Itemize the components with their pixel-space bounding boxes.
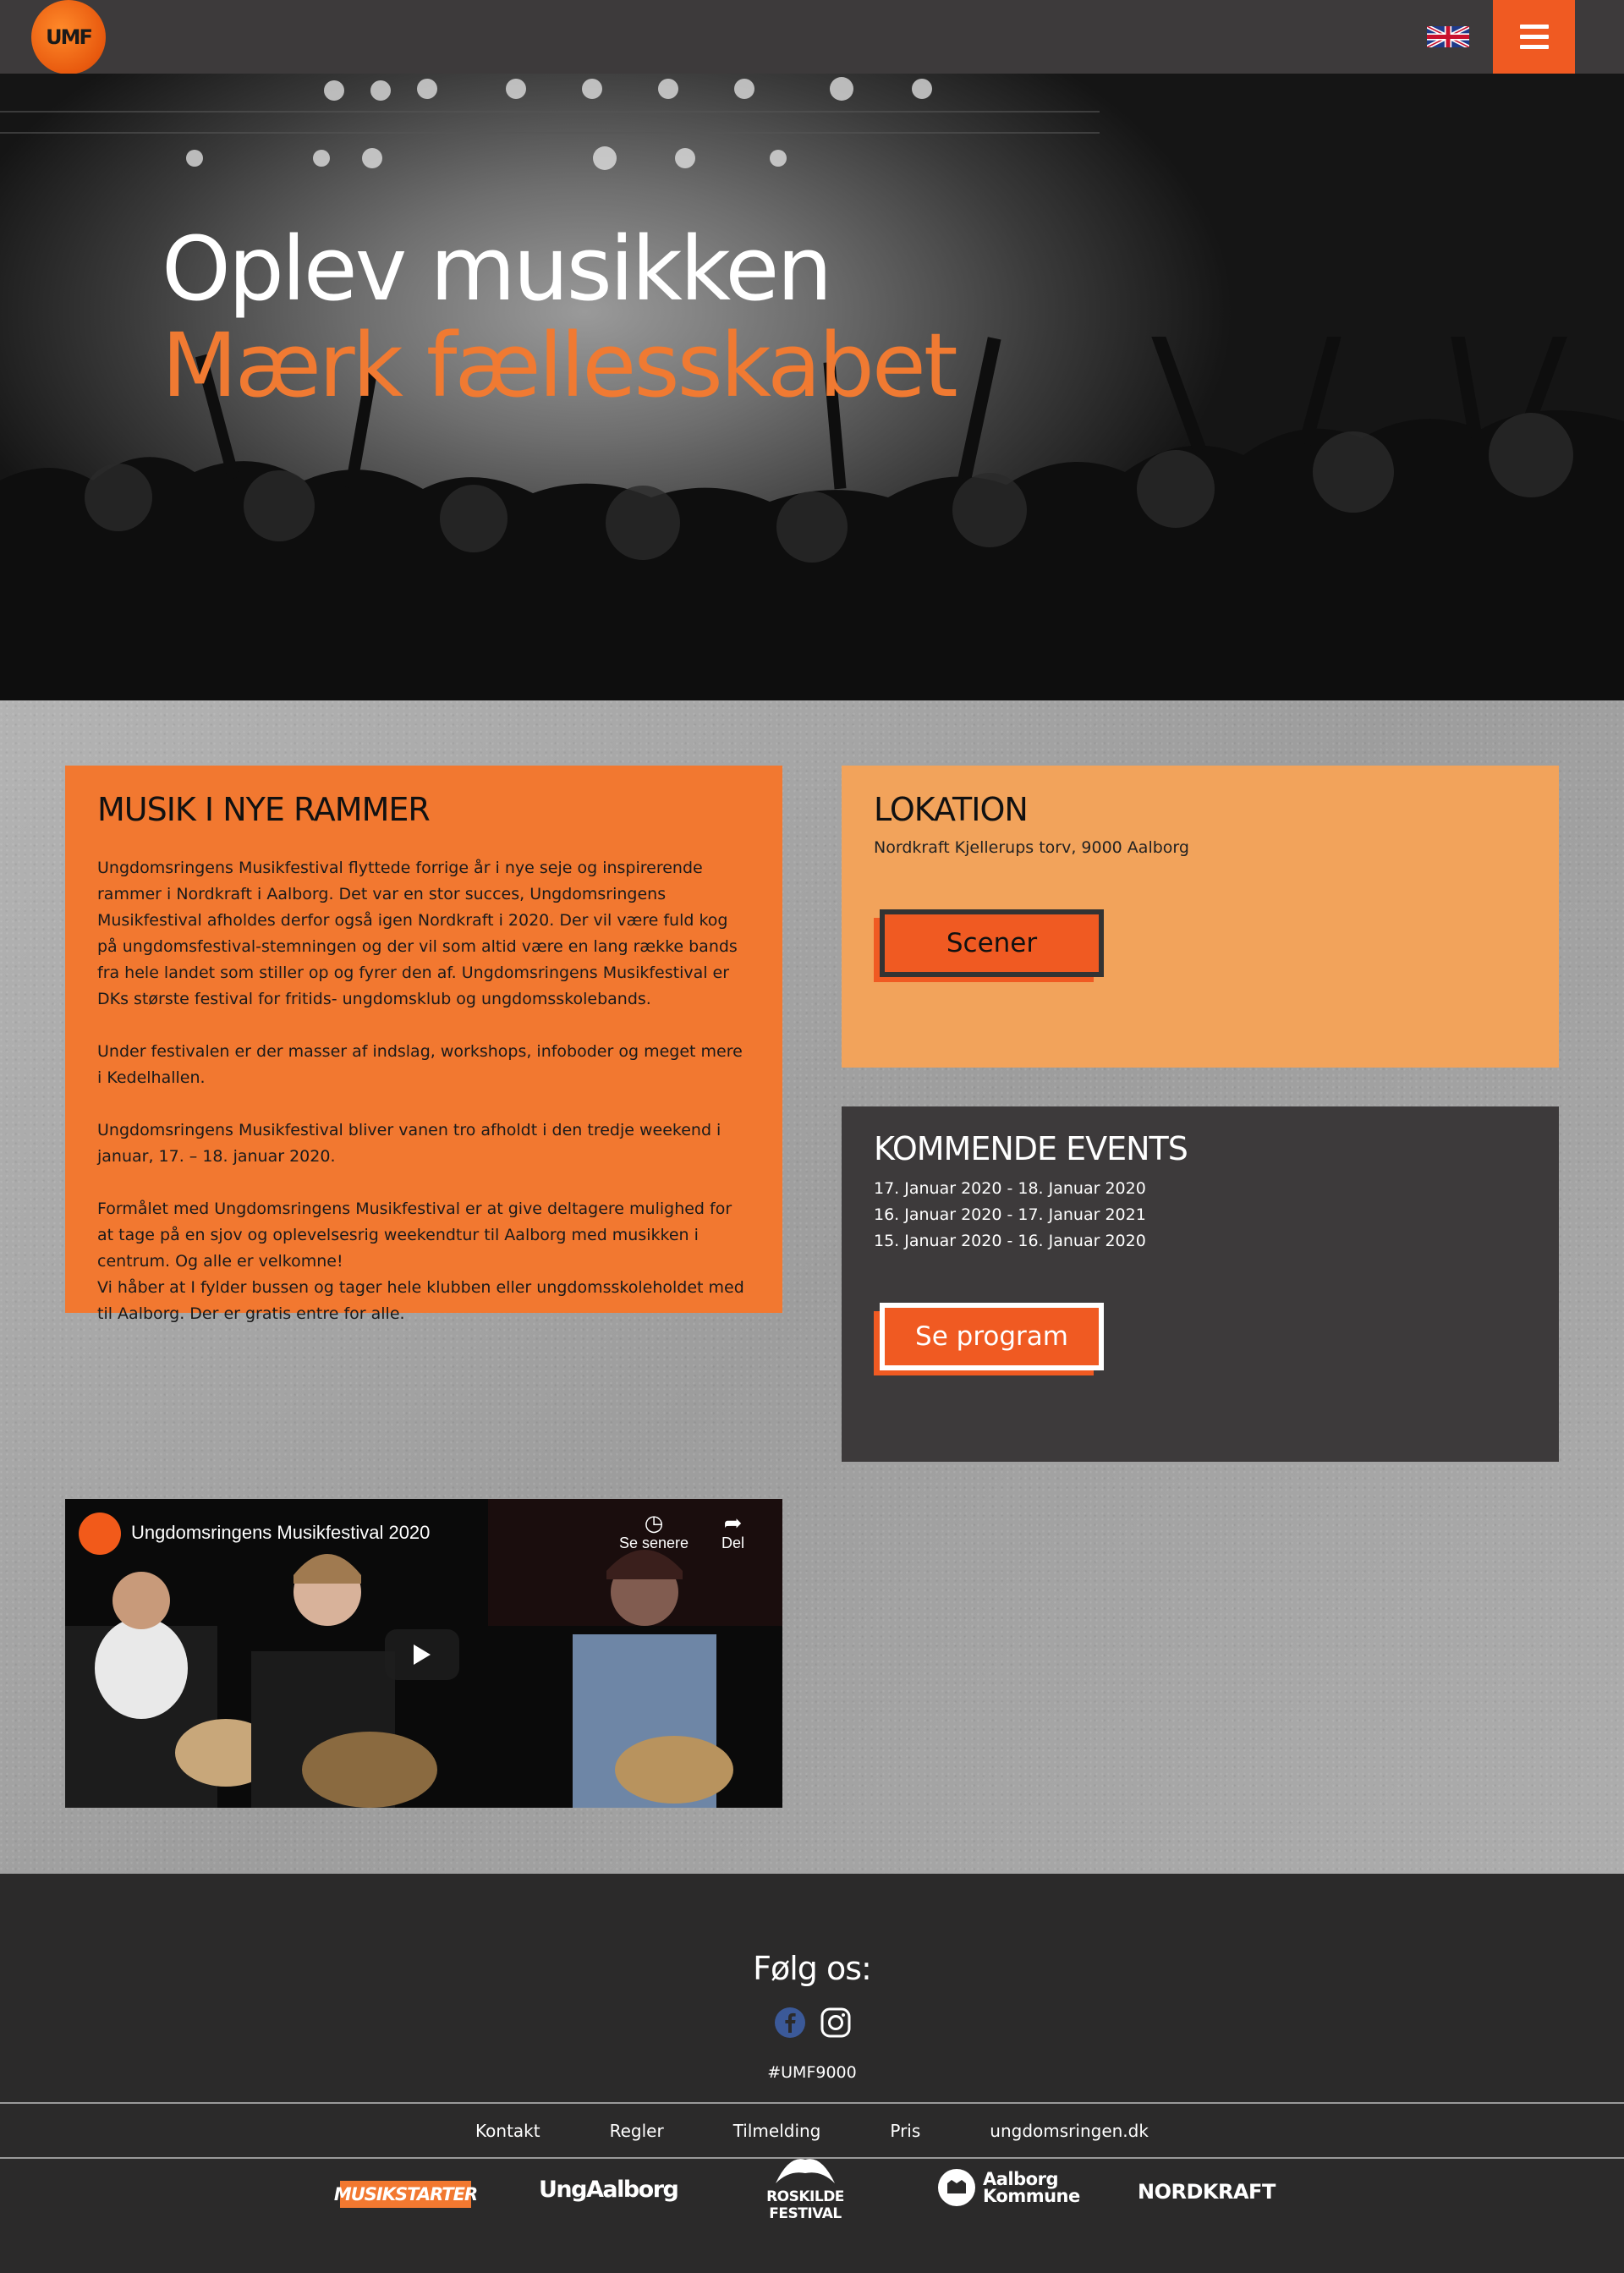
video-title[interactable]: Ungdomsringens Musikfestival 2020: [131, 1522, 430, 1544]
footer-link-pris[interactable]: Pris: [890, 2121, 920, 2141]
about-paragraph: Ungdomsringens Musikfestival flyttede fo…: [97, 859, 738, 1008]
scener-button-wrap: Scener: [874, 909, 1104, 982]
share-icon: ➦: [723, 1510, 743, 1535]
share-button[interactable]: ➦ Del: [721, 1511, 744, 1552]
roskilde-orange-scene-icon: [776, 2159, 835, 2183]
location-title: LOKATION: [874, 791, 1029, 828]
se-program-button[interactable]: Se program: [880, 1303, 1104, 1370]
hero-banner: Oplev musikken Mærk fællesskabet: [0, 74, 1624, 700]
footer-link-ungdomsringen[interactable]: ungdomsringen.dk: [990, 2121, 1149, 2141]
event-item[interactable]: 15. Januar 2020 - 16. Januar 2020: [874, 1228, 1527, 1255]
about-title: MUSIK I NYE RAMMER: [97, 791, 431, 828]
facebook-icon[interactable]: [774, 2007, 806, 2039]
sponsor-nordkraft[interactable]: NORDKRAFT: [1138, 2180, 1276, 2204]
location-address: Nordkraft Kjellerups torv, 9000 Aalborg: [874, 838, 1189, 857]
sponsor-logos: MUSIKSTARTER UngAalborg ROSKILDE FESTIVA…: [0, 2159, 1624, 2261]
menu-bar: [1519, 45, 1549, 49]
umf-logo[interactable]: UMF: [31, 0, 106, 74]
about-paragraph: Under festivalen er der masser af indsla…: [97, 1042, 743, 1087]
location-card: LOKATION Nordkraft Kjellerups torv, 9000…: [842, 766, 1559, 1068]
event-item[interactable]: 16. Januar 2020 - 17. Januar 2021: [874, 1202, 1527, 1228]
hamburger-menu-icon[interactable]: [1493, 0, 1575, 74]
event-item[interactable]: 17. Januar 2020 - 18. Januar 2020: [874, 1176, 1527, 1202]
about-paragraph: Formålet med Ungdomsringens Musikfestiva…: [97, 1200, 744, 1323]
watch-later-button[interactable]: ◷ Se senere: [619, 1511, 689, 1552]
menu-bar: [1519, 25, 1549, 29]
sponsor-roskilde-label: ROSKILDE FESTIVAL: [766, 2188, 844, 2222]
social-links: [774, 2007, 852, 2039]
scener-button[interactable]: Scener: [880, 909, 1104, 977]
program-button-wrap: Se program: [874, 1303, 1104, 1375]
menu-bar: [1519, 35, 1549, 39]
sponsor-roskilde-festival[interactable]: ROSKILDE FESTIVAL: [738, 2151, 873, 2222]
sponsor-aalborg-kommune-label: Aalborg Kommune: [983, 2169, 1080, 2206]
sponsor-musikstarter-label: MUSIKSTARTER: [333, 2184, 478, 2204]
watch-later-label: Se senere: [619, 1535, 689, 1551]
about-card: MUSIK I NYE RAMMER Ungdomsringens Musikf…: [65, 766, 782, 1323]
sponsor-aalborg-kommune[interactable]: Aalborg Kommune: [937, 2168, 1084, 2207]
youtube-video-embed[interactable]: Ungdomsringens Musikfestival 2020 ◷ Se s…: [65, 1499, 782, 1808]
sponsor-nordkraft-label: NORDKRAFT: [1138, 2180, 1276, 2204]
footer-link-kontakt[interactable]: Kontakt: [475, 2121, 540, 2141]
events-card: KOMMENDE EVENTS 17. Januar 2020 - 18. Ja…: [842, 1106, 1559, 1462]
about-paragraph: Ungdomsringens Musikfestival bliver vane…: [97, 1121, 721, 1166]
clock-icon: ◷: [644, 1510, 664, 1535]
aalborg-crest-icon: [938, 2169, 975, 2206]
main-content: MUSIK I NYE RAMMER Ungdomsringens Musikf…: [0, 700, 1624, 1874]
share-label: Del: [721, 1535, 745, 1551]
play-icon: [414, 1644, 431, 1665]
play-button[interactable]: [385, 1629, 459, 1680]
footer-link-regler[interactable]: Regler: [610, 2121, 664, 2141]
footer-nav: Kontakt Regler Tilmelding Pris ungdomsri…: [0, 2104, 1624, 2158]
instagram-icon[interactable]: [820, 2007, 852, 2039]
hero-title-line-1: Oplev musikken: [162, 217, 832, 321]
follow-heading: Følg os:: [753, 1950, 872, 1987]
sponsor-musikstarter[interactable]: MUSIKSTARTER: [334, 2181, 478, 2208]
hashtag: #UMF9000: [767, 2063, 857, 2082]
sponsor-ungaalborg-label: UngAalborg: [539, 2177, 679, 2203]
logo-text: UMF: [46, 25, 93, 49]
events-title: KOMMENDE EVENTS: [874, 1130, 1188, 1167]
sponsor-ungaalborg[interactable]: UngAalborg: [539, 2177, 679, 2203]
footer-link-tilmelding[interactable]: Tilmelding: [733, 2121, 821, 2141]
hero-title-line-2: Mærk fællesskabet: [162, 314, 958, 417]
site-header: UMF: [0, 0, 1624, 74]
channel-avatar[interactable]: [79, 1513, 121, 1555]
events-list: 17. Januar 2020 - 18. Januar 2020 16. Ja…: [874, 1176, 1527, 1255]
uk-flag-icon[interactable]: [1427, 26, 1469, 47]
